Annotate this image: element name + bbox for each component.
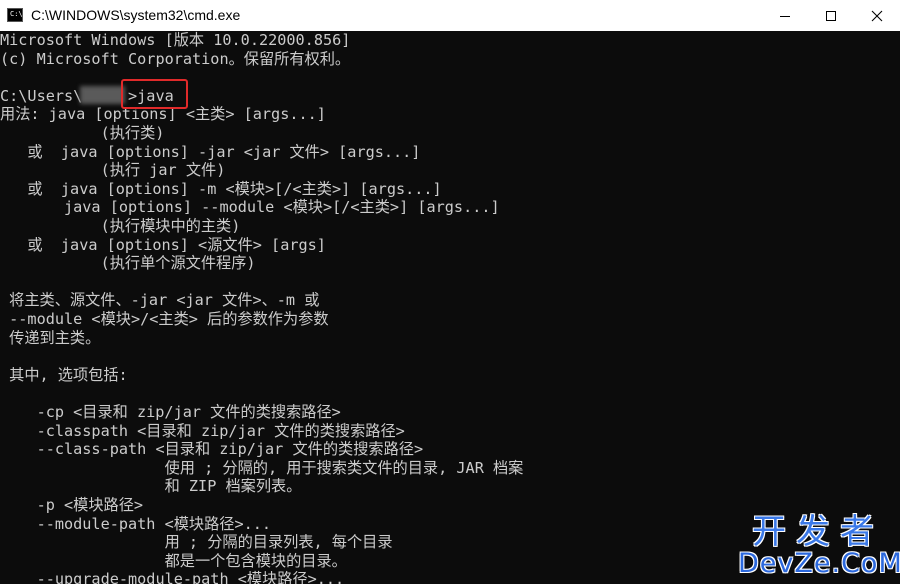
console-line: 都是一个包含模块的目录。 [0, 551, 347, 570]
console-line: --module <模块>/<主类> 后的参数作为参数 [0, 310, 329, 328]
watermark-en-text: DevZe.CoM [738, 548, 900, 579]
console-line: 其中, 选项包括: [0, 365, 128, 384]
cmd-icon-label: C:\ [10, 10, 23, 18]
console-line: 传递到主类。 [0, 328, 101, 347]
command-highlight-box [121, 79, 188, 109]
console-output[interactable]: Microsoft Windows [版本 10.0.22000.856] (c… [0, 31, 900, 584]
title-bar[interactable]: C:\ C:\WINDOWS\system32\cmd.exe [0, 0, 900, 31]
console-line: 和 ZIP 档案列表。 [0, 477, 302, 496]
site-watermark: 开发者 DevZe.CoM [738, 512, 900, 582]
maximize-button[interactable] [808, 0, 854, 31]
console-line: 或 java [options] -m <模块>[/<主类>] [args...… [0, 179, 442, 198]
console-line: 将主类、源文件、-jar <jar 文件>、-m 或 [0, 291, 320, 310]
minimize-button[interactable] [762, 0, 808, 31]
console-line: (执行单个源文件程序) [0, 254, 256, 273]
console-line: (执行类) [0, 124, 165, 142]
close-button[interactable] [854, 0, 900, 31]
console-line: java [options] --module <模块>[/<主类>] [arg… [0, 198, 500, 217]
console-line: -cp <目录和 zip/jar 文件的类搜索路径> [0, 403, 341, 421]
console-line: --module-path <模块路径>... [0, 514, 272, 533]
console-line: (c) Microsoft Corporation。保留所有权利。 [0, 49, 351, 68]
console-line: -p <模块路径> [0, 496, 144, 514]
watermark-cn-text: 开发者 [752, 512, 884, 552]
console-line: --class-path <目录和 zip/jar 文件的类搜索路径> [0, 440, 424, 459]
console-line: 或 java [options] <源文件> [args] [0, 235, 326, 254]
console-line: --upgrade-module-path <模块路径>... [0, 570, 345, 584]
console-line: 或 java [options] -jar <jar 文件> [args...] [0, 142, 421, 161]
console-line: Microsoft Windows [版本 10.0.22000.856] [0, 31, 351, 49]
console-line: 用 ; 分隔的目录列表, 每个目录 [0, 533, 393, 552]
window-title: C:\WINDOWS\system32\cmd.exe [31, 7, 241, 23]
close-icon [871, 10, 883, 21]
redacted-username [80, 86, 125, 104]
maximize-icon [826, 10, 836, 21]
console-line: -classpath <目录和 zip/jar 文件的类搜索路径> [0, 421, 405, 440]
console-line: (执行模块中的主类) [0, 217, 241, 235]
console-line: (执行 jar 文件) [0, 161, 226, 180]
cmd-icon: C:\ [7, 8, 23, 22]
minimize-icon [780, 15, 790, 17]
console-line: 使用 ; 分隔的, 用于搜索类文件的目录, JAR 档案 [0, 458, 524, 477]
